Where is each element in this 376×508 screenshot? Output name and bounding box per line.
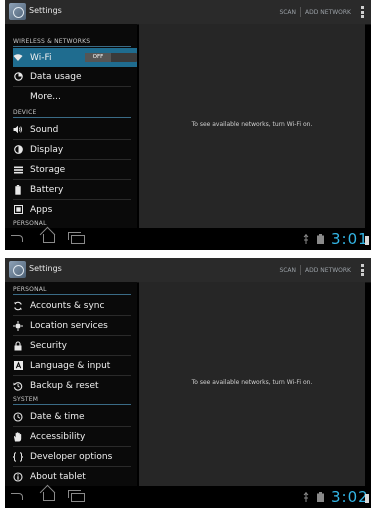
settings-item-display[interactable]: Display — [13, 140, 137, 159]
settings-list: WIRELESS & NETWORKS Wi-Fi OFF Data usage… — [5, 24, 137, 228]
settings-item-accounts-sync[interactable]: Accounts & sync — [13, 296, 137, 315]
scan-button[interactable]: SCAN — [279, 9, 296, 16]
settings-item-label: Accounts & sync — [30, 300, 105, 311]
settings-item-battery[interactable]: Battery — [13, 180, 137, 199]
display-icon — [13, 145, 23, 155]
charging-icon — [365, 236, 369, 245]
settings-item-about-tablet[interactable]: About tablet — [13, 467, 137, 486]
detail-pane: To see available networks, turn Wi-Fi on… — [139, 24, 365, 228]
header-device: DEVICE — [13, 109, 37, 116]
overflow-menu-icon[interactable] — [361, 264, 365, 276]
settings-item-more[interactable]: More... — [13, 87, 137, 106]
apps-icon — [13, 205, 23, 215]
lock-icon — [13, 340, 23, 351]
settings-item-label: Security — [30, 340, 67, 351]
action-bar: Settings SCAN ADD NETWORK — [5, 258, 371, 283]
settings-item-label: Sound — [30, 124, 59, 135]
hand-icon — [13, 431, 23, 442]
action-bar: Settings SCAN ADD NETWORK — [5, 0, 371, 25]
header-personal: PERSONAL — [13, 220, 47, 227]
backup-icon — [13, 381, 23, 391]
settings-list: PERSONAL Accounts & sync Location servic… — [5, 282, 137, 486]
settings-item-storage[interactable]: Storage — [13, 160, 137, 179]
clock-icon — [13, 411, 23, 422]
data-usage-icon — [13, 72, 23, 82]
settings-app-icon[interactable] — [9, 261, 26, 278]
system-nav-bar: 3:02 — [5, 486, 371, 508]
settings-item-developer-options[interactable]: Developer options — [13, 447, 137, 466]
header-divider — [13, 117, 131, 118]
header-system: SYSTEM — [13, 396, 39, 403]
settings-item-label: Apps — [30, 204, 53, 215]
settings-screen-1: Settings SCAN ADD NETWORK WIRELESS & NET… — [5, 0, 371, 250]
speaker-icon — [13, 125, 23, 135]
settings-item-label: Backup & reset — [30, 380, 99, 391]
header-divider — [13, 46, 131, 47]
charging-icon — [365, 494, 369, 503]
scan-button[interactable]: SCAN — [279, 267, 296, 274]
language-icon — [13, 361, 23, 371]
add-network-button[interactable]: ADD NETWORK — [305, 267, 351, 274]
settings-item-label: Storage — [30, 164, 66, 175]
settings-item-accessibility[interactable]: Accessibility — [13, 427, 137, 446]
header-divider — [13, 294, 131, 295]
settings-item-label: About tablet — [30, 471, 86, 482]
settings-item-label: Language & input — [30, 360, 111, 371]
location-icon — [13, 320, 23, 331]
settings-item-label: Wi-Fi — [30, 52, 52, 63]
recent-apps-icon[interactable] — [68, 232, 85, 244]
usb-icon — [303, 234, 309, 244]
settings-item-label: Accessibility — [30, 431, 86, 442]
system-nav-bar: 3:01 — [5, 228, 371, 250]
add-network-button[interactable]: ADD NETWORK — [305, 9, 351, 16]
settings-item-sound[interactable]: Sound — [13, 120, 137, 139]
wifi-icon — [13, 53, 23, 63]
action-separator — [300, 7, 302, 17]
settings-item-backup-reset[interactable]: Backup & reset — [13, 376, 137, 395]
settings-screen-2: Settings SCAN ADD NETWORK PERSONAL Accou… — [5, 258, 371, 508]
settings-app-icon[interactable] — [9, 3, 26, 20]
settings-item-label: Date & time — [30, 411, 85, 422]
info-icon — [13, 471, 23, 482]
status-clock: 3:02 — [331, 488, 369, 506]
back-icon[interactable] — [11, 235, 23, 242]
back-icon[interactable] — [11, 493, 23, 500]
settings-item-location[interactable]: Location services — [13, 316, 137, 335]
settings-item-security[interactable]: Security — [13, 336, 137, 355]
sync-icon — [13, 301, 23, 311]
settings-item-data-usage[interactable]: Data usage — [13, 67, 137, 86]
braces-icon — [13, 451, 23, 462]
status-battery-icon — [317, 234, 324, 244]
settings-item-label: More... — [30, 91, 61, 102]
settings-item-label: Data usage — [30, 71, 82, 82]
status-battery-icon — [317, 492, 324, 502]
settings-item-label: Location services — [30, 320, 108, 331]
storage-icon — [13, 165, 23, 175]
recent-apps-icon[interactable] — [68, 490, 85, 502]
settings-item-apps[interactable]: Apps — [13, 200, 137, 219]
detail-pane: To see available networks, turn Wi-Fi on… — [139, 282, 365, 486]
action-bar-title: Settings — [29, 264, 62, 273]
wifi-toggle-state: OFF — [85, 53, 111, 62]
settings-item-language-input[interactable]: Language & input — [13, 356, 137, 375]
settings-item-label: Developer options — [30, 451, 113, 462]
wifi-off-message: To see available networks, turn Wi-Fi on… — [191, 379, 313, 386]
wifi-off-message: To see available networks, turn Wi-Fi on… — [191, 121, 313, 128]
header-personal: PERSONAL — [13, 286, 47, 293]
header-divider — [13, 404, 131, 405]
home-icon[interactable] — [43, 492, 55, 501]
settings-item-label: Display — [30, 144, 64, 155]
settings-item-label: Battery — [30, 184, 64, 195]
overflow-menu-icon[interactable] — [361, 6, 365, 18]
action-separator — [300, 265, 302, 275]
home-icon[interactable] — [43, 234, 55, 243]
settings-item-date-time[interactable]: Date & time — [13, 407, 137, 426]
wifi-toggle[interactable]: OFF — [85, 53, 137, 62]
header-wireless-networks: WIRELESS & NETWORKS — [13, 38, 91, 45]
status-clock: 3:01 — [331, 230, 369, 248]
settings-item-wifi[interactable]: Wi-Fi OFF — [13, 48, 137, 67]
battery-icon — [13, 184, 23, 195]
action-bar-title: Settings — [29, 6, 62, 15]
usb-icon — [303, 492, 309, 502]
